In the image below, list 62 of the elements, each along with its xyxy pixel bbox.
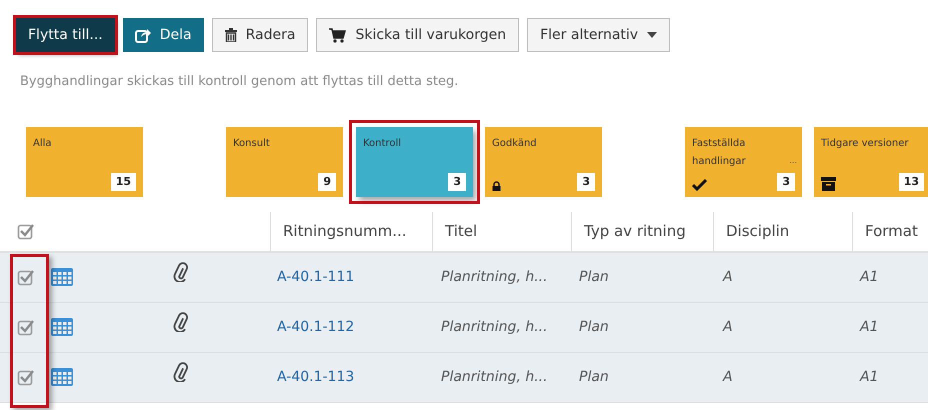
stage-label: Kontroll [363,136,402,150]
stage-count: 3 [577,172,595,190]
delete-button[interactable]: Radera [212,18,308,52]
stage-tile[interactable]: Kontroll 3 [356,126,473,196]
stage-label: Godkänd [492,136,537,150]
stage-label: Tidgare versioner [821,136,909,150]
discipline-cell-text: A [721,368,734,386]
more-options-dropdown[interactable]: Fler alternativ [527,18,670,52]
more-text: ... [789,154,797,166]
stage-label: Fastställda handlingar [692,136,747,168]
stage-count: 3 [448,172,466,190]
paperclip-icon[interactable] [173,362,189,382]
title-cell-text: Planritning, h... [440,368,549,386]
row-checkbox[interactable] [17,368,35,386]
column-header[interactable]: Ritningsnumm... [270,212,432,250]
column-header[interactable]: Disciplin [713,212,852,250]
column-header[interactable]: Typ av ritning [571,212,713,250]
caret-icon [647,32,658,38]
paperclip-icon[interactable] [173,312,189,332]
move-to-button[interactable]: Flytta till... [16,18,115,52]
share-icon [134,28,151,42]
checkmark-icon [692,178,707,190]
column-header[interactable]: Titel [432,212,571,250]
cart-button[interactable]: Skicka till varukorgen [316,18,520,52]
lock-icon [492,180,501,190]
archive-box-icon [821,176,836,190]
stage-tile[interactable]: Godkänd 3 [485,126,602,196]
stage-label: Alla [33,136,52,150]
trash-icon [224,28,237,42]
cart-icon [329,28,346,42]
format-cell-text: A1 [858,318,880,336]
stage-count: 15 [110,172,136,190]
stage-label: Konsult [233,136,270,150]
type-cell-text: Plan [578,268,610,286]
stage-tile[interactable]: Konsult 9 [226,126,343,196]
stage-tile[interactable]: Alla 15 [26,126,143,196]
grid-icon[interactable] [50,367,74,387]
select-all-checkbox[interactable] [17,222,35,240]
drawing-number-link[interactable]: A-40.1-113 [270,366,432,388]
discipline-cell-text: A [721,268,734,286]
stage-count: 13 [898,172,924,190]
stage-tile[interactable]: Fastställda handlingar ... 3 [685,126,802,196]
format-cell-text: A1 [858,368,880,386]
discipline-cell-text: A [721,318,734,336]
stage-count: 3 [777,172,795,190]
drawing-number-link[interactable]: A-40.1-112 [270,316,432,338]
title-cell-text: Planritning, h... [440,268,549,286]
hint-text: Bygghandlingar skickas till kontroll genom att flyttas till detta steg. [20,73,460,91]
type-cell-text: Plan [578,318,610,336]
column-header[interactable]: Format [852,212,928,250]
share-button[interactable]: Dela [122,18,204,52]
drawing-number-link[interactable]: A-40.1-111 [270,266,432,288]
grid-icon[interactable] [50,267,74,287]
type-cell-text: Plan [578,368,610,386]
row-checkbox[interactable] [17,268,35,286]
stage-count: 9 [318,172,336,190]
stage-tile[interactable]: Tidgare versioner 13 [814,126,928,196]
row-checkbox[interactable] [17,318,35,336]
paperclip-icon[interactable] [173,262,189,282]
format-cell-text: A1 [858,268,880,286]
grid-icon[interactable] [50,317,74,337]
title-cell-text: Planritning, h... [440,318,549,336]
